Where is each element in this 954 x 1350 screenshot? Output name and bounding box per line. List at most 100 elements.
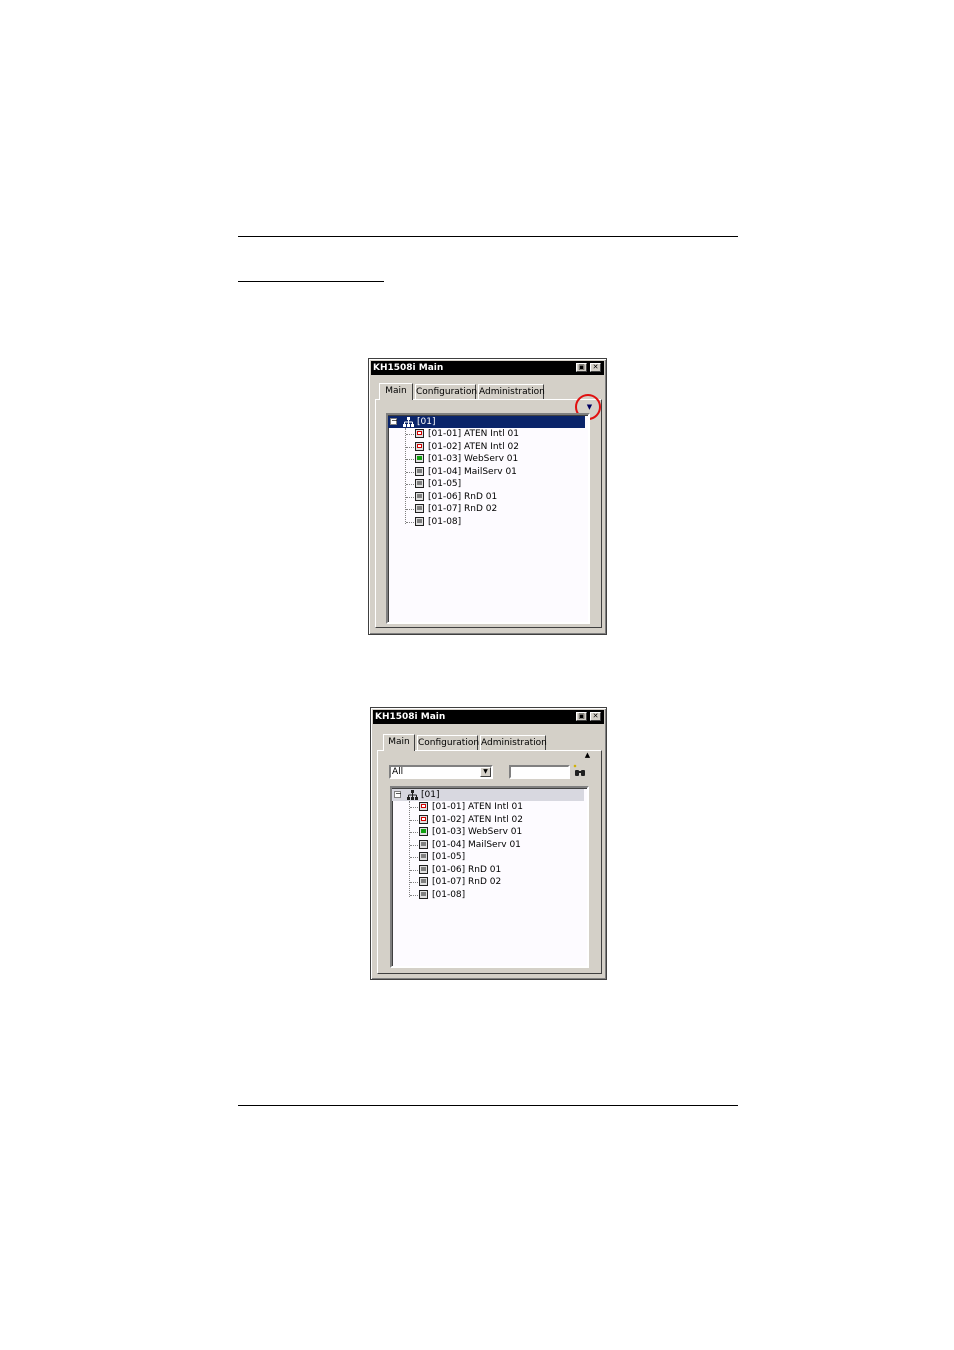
tree-device-row[interactable]: [01-08] [392, 889, 572, 901]
tab-administration[interactable]: Administration [480, 735, 547, 750]
tree-branch-line [410, 844, 418, 846]
collapse-icon[interactable]: − [390, 417, 398, 425]
tree-device-row[interactable]: [01-04] MailServ 01 [388, 466, 568, 478]
tree-branch-line [410, 819, 418, 821]
collapse-arrow-icon[interactable]: ▲ [583, 751, 592, 760]
tree-device-label: [01-05] [428, 479, 462, 489]
device-tree[interactable]: − [01] [01-01] ATEN Intl 01 [01-02] ATEN … [390, 786, 589, 968]
restore-button[interactable]: ▣ [576, 712, 587, 721]
tab-configuration[interactable]: Configuration [415, 384, 477, 399]
tree-device-row[interactable]: [01-01] ATEN Intl 01 [388, 428, 568, 440]
tree-device-label: [01-01] ATEN Intl 01 [432, 802, 523, 812]
collapse-icon[interactable]: − [394, 790, 402, 798]
tree-device-label: [01-03] WebServ 01 [432, 827, 523, 837]
tree-device-label: [01-07] RnD 02 [432, 877, 502, 887]
computer-icon [415, 479, 424, 488]
tree-device-row[interactable]: [01-03] WebServ 01 [392, 826, 572, 838]
tree-device-label: [01-02] ATEN Intl 02 [432, 814, 523, 825]
title-bar: KH1508i Main ▣ ✕ [373, 710, 604, 724]
computer-offline-icon [415, 429, 424, 438]
computer-icon [419, 852, 428, 861]
filter-select-value: All [392, 767, 404, 777]
tree-branch-line [410, 894, 418, 896]
tree-device-row[interactable]: [01-02] ATEN Intl 02 [392, 814, 572, 826]
tree-device-label: [01-05] [432, 852, 466, 862]
tree-device-label: [01-08] [428, 516, 462, 527]
title-bar: KH1508i Main ▣ ✕ [371, 361, 604, 375]
tree-device-label: [01-02] ATEN Intl 02 [428, 441, 519, 452]
computer-active-icon [419, 827, 428, 836]
tree-device-row[interactable]: [01-02] ATEN Intl 02 [388, 441, 568, 453]
computer-offline-icon [419, 802, 428, 811]
tree-root-row[interactable]: − [01] [388, 416, 585, 428]
computer-icon [419, 839, 428, 849]
tree-branch-line [410, 869, 418, 871]
computer-offline-icon [419, 814, 428, 824]
tab-administration[interactable]: Administration [478, 384, 545, 399]
computer-icon [415, 466, 424, 476]
restore-button[interactable]: ▣ [576, 363, 587, 372]
computer-icon [419, 864, 428, 874]
main-window-expanded: KH1508i Main ▣ ✕ Main Configuration Admi… [370, 707, 607, 980]
tab-strip: Main Configuration Administration [379, 383, 599, 400]
tree-device-row[interactable]: [01-04] MailServ 01 [392, 839, 572, 851]
tree-branch-line [406, 459, 414, 460]
computer-icon [415, 516, 424, 526]
tree-device-label: [01-04] MailServ 01 [428, 466, 517, 477]
tree-root-label: [01] [421, 790, 440, 800]
tree-device-label: [01-08] [432, 889, 466, 900]
main-window-collapsed: KH1508i Main ▣ ✕ Main Configuration Admi… [368, 358, 607, 635]
tree-branch-line [410, 882, 418, 883]
dropdown-arrow-icon[interactable]: ▼ [480, 767, 491, 777]
tree-device-label: [01-03] WebServ 01 [428, 454, 519, 464]
tree-branch-line [406, 509, 414, 510]
tree-device-row[interactable]: [01-01] ATEN Intl 01 [392, 801, 572, 813]
tree-branch-line [406, 484, 414, 485]
tree-device-row[interactable]: [01-06] RnD 01 [392, 864, 572, 876]
search-input[interactable] [509, 765, 570, 779]
tree-device-row[interactable]: [01-06] RnD 01 [388, 491, 568, 503]
network-icon [403, 417, 414, 427]
tree-device-row[interactable]: [01-07] RnD 02 [388, 503, 568, 515]
tree-branch-line [406, 521, 414, 523]
tree-device-row[interactable]: [01-07] RnD 02 [392, 876, 572, 888]
tab-main[interactable]: Main [379, 383, 413, 400]
close-button[interactable]: ✕ [590, 712, 601, 721]
footer-rule [238, 1105, 738, 1106]
device-tree[interactable]: − [01] [01-01] ATEN Intl 01 [01-02] ATEN … [386, 413, 590, 624]
computer-icon [419, 889, 428, 899]
find-binoculars-icon[interactable] [572, 764, 587, 778]
tree-device-label: [01-01] ATEN Intl 01 [428, 429, 519, 439]
close-button[interactable]: ✕ [590, 363, 601, 372]
tree-device-row[interactable]: [01-05] [388, 478, 568, 490]
tree-device-label: [01-06] RnD 01 [428, 491, 498, 502]
tree-branch-line [410, 807, 418, 808]
computer-icon [415, 504, 424, 513]
tree-device-row[interactable]: [01-08] [388, 516, 568, 528]
tree-branch-line [406, 471, 414, 473]
tree-device-row[interactable]: [01-03] WebServ 01 [388, 453, 568, 465]
tree-device-label: [01-07] RnD 02 [428, 504, 498, 514]
tab-strip: Main Configuration Administration [383, 734, 603, 751]
tree-device-label: [01-04] MailServ 01 [432, 839, 521, 850]
computer-active-icon [415, 454, 424, 463]
tree-branch-line [410, 857, 418, 858]
computer-icon [415, 491, 424, 501]
window-title: KH1508i Main [373, 363, 444, 373]
computer-offline-icon [415, 441, 424, 451]
tree-device-label: [01-06] RnD 01 [432, 864, 502, 875]
tree-branch-line [406, 434, 414, 435]
tab-main[interactable]: Main [383, 734, 415, 751]
network-icon [407, 790, 418, 800]
tree-branch-line [406, 446, 414, 448]
tree-root-row[interactable]: − [01] [392, 789, 584, 801]
tree-branch-line [406, 496, 414, 498]
tree-branch-line [410, 832, 418, 833]
tree-device-row[interactable]: [01-05] [392, 851, 572, 863]
window-title: KH1508i Main [375, 712, 446, 722]
filter-select[interactable]: All ▼ [389, 765, 493, 779]
tree-root-label: [01] [417, 417, 436, 427]
section-underline [238, 281, 384, 282]
header-rule [238, 236, 738, 237]
tab-configuration[interactable]: Configuration [417, 735, 479, 750]
